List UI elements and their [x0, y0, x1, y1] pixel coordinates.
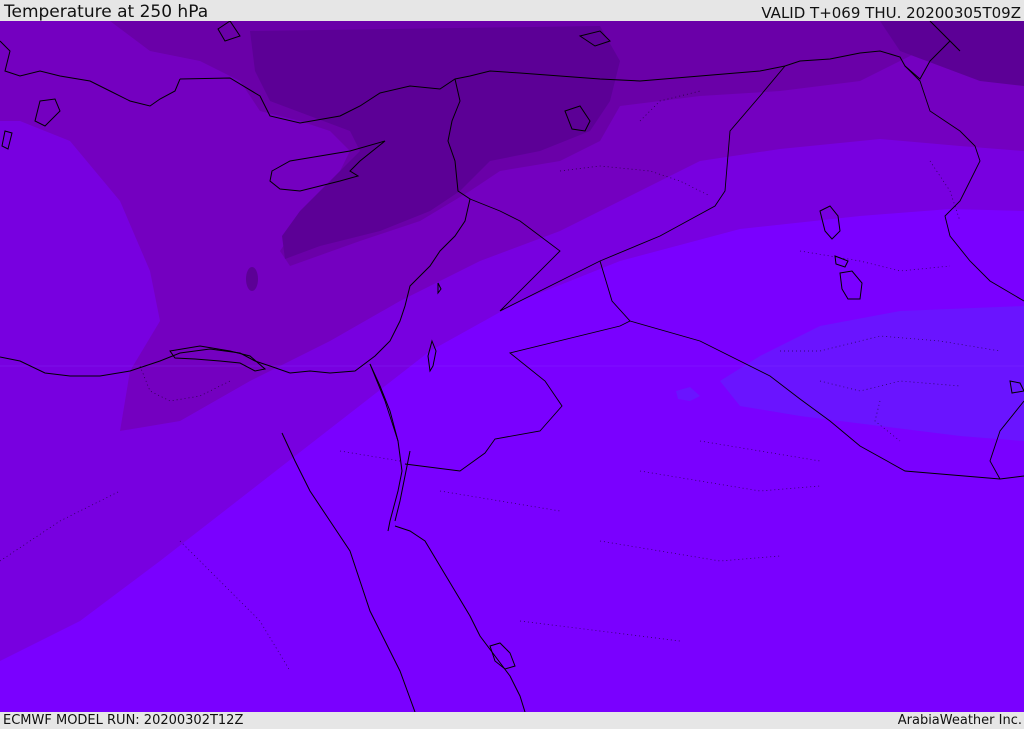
valid-time: VALID T+069 THU. 20200305T09Z — [761, 4, 1021, 22]
map-svg — [0, 21, 1024, 712]
temperature-map — [0, 21, 1024, 712]
credit-label: ArabiaWeather Inc. — [897, 713, 1022, 728]
footer-bar: ECMWF MODEL RUN: 20200302T12Z ArabiaWeat… — [0, 712, 1024, 729]
cold-pocket — [246, 267, 258, 291]
title-bar: Temperature at 250 hPa VALID T+069 THU. … — [0, 0, 1024, 21]
map-title: Temperature at 250 hPa — [4, 2, 209, 22]
model-run-label: ECMWF MODEL RUN: 20200302T12Z — [3, 713, 244, 728]
